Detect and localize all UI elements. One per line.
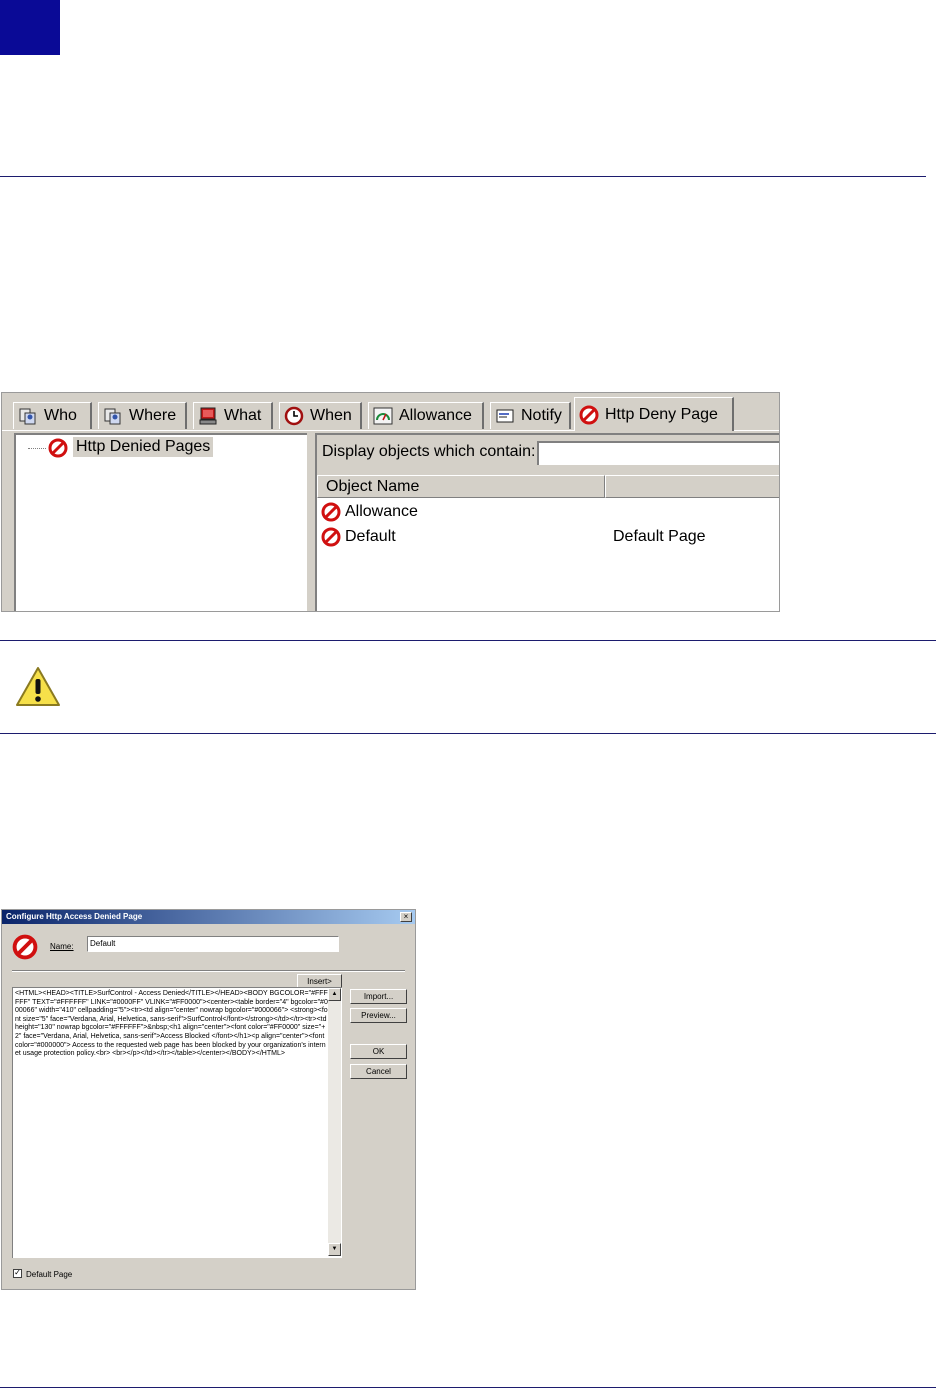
cancel-button[interactable]: Cancel [350,1064,407,1079]
objects-pane: Display objects which contain: Object Na… [315,433,779,611]
list-item-name: Default [345,528,396,545]
tree-connector [28,448,46,449]
tab-label: Who [44,407,77,424]
tab-label: What [224,407,262,424]
no-entry-icon [48,438,68,458]
scroll-down-arrow-icon[interactable]: ▼ [328,1243,341,1256]
tab-where[interactable]: Where [98,402,187,429]
no-entry-icon [321,502,341,522]
header-rule [0,176,926,177]
preview-button[interactable]: Preview... [350,1008,407,1023]
name-field[interactable]: Default [87,936,339,952]
list-item[interactable]: Default Default Page [321,525,779,549]
chapter-marker-block [0,0,60,55]
default-page-label: Default Page [26,1270,73,1279]
list-item-detail: Default Page [613,528,706,545]
editor-scrollbar[interactable]: ▲ ▼ [328,988,341,1256]
no-entry-icon [579,405,599,424]
tab-allowance[interactable]: Allowance [368,402,484,429]
caution-top-rule [0,640,936,641]
tab-label: Http Deny Page [605,405,718,423]
close-button[interactable]: × [400,912,412,922]
tab-who[interactable]: Who [13,402,92,429]
list-item-name: Allowance [345,503,418,520]
html-source-editor[interactable]: <HTML><HEAD><TITLE>SurfControl - Access … [12,987,342,1258]
tab-notify[interactable]: Notify [490,402,571,429]
group-computer-icon [19,408,36,425]
insert-button[interactable]: Insert> [297,974,342,988]
configure-deny-page-dialog: Configure Http Access Denied Page × Name… [1,909,416,1290]
ok-button[interactable]: OK [350,1044,407,1059]
footer-rule [0,1387,936,1388]
dialog-title: Configure Http Access Denied Page [2,910,415,924]
name-label: Name: [50,942,74,951]
warning-icon [16,667,60,706]
tab-label: Where [129,407,177,424]
tab-label: Allowance [399,407,472,424]
tab-when[interactable]: When [279,402,362,429]
clock-icon [284,406,304,426]
tab-label: Notify [521,407,562,424]
message-icon [496,409,514,423]
filter-label: Display objects which contain: [322,443,536,460]
tree-pane: Http Denied Pages [14,433,307,611]
object-list: Object Name Allowance Default Default Pa… [317,475,779,611]
tree-item-http-denied-pages[interactable]: Http Denied Pages [73,437,214,457]
scroll-up-arrow-icon[interactable]: ▲ [328,988,341,1001]
gauge-icon [373,407,393,425]
no-entry-icon [321,527,341,547]
tab-what[interactable]: What [193,402,273,429]
group-computer-icon [104,408,121,425]
dialog-separator [12,970,405,972]
tab-http-deny-page[interactable]: Http Deny Page [574,397,734,431]
caution-bottom-rule [0,733,936,734]
tab-label: When [310,407,352,424]
default-page-checkbox[interactable]: ✓ [13,1269,22,1278]
column-header-object-name[interactable]: Object Name [317,475,605,498]
computer-monitor-icon [199,407,217,425]
filter-input[interactable] [537,441,779,465]
column-header-detail[interactable] [605,475,779,498]
no-entry-icon [12,934,38,960]
import-button[interactable]: Import... [350,989,407,1004]
deny-page-tab-screenshot: Who Where What When Allowance Notify Htt… [1,392,780,612]
list-item[interactable]: Allowance [321,500,779,524]
